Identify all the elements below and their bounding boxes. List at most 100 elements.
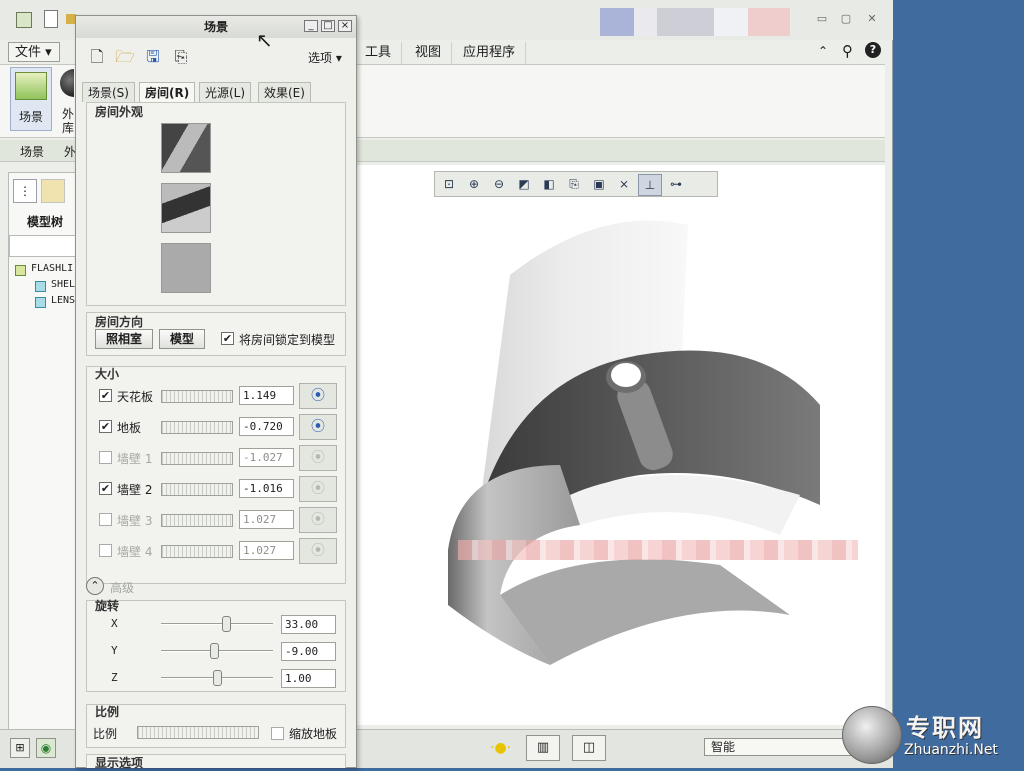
new-scene-icon[interactable]: 🗋: [86, 46, 108, 68]
rotation-x-thumb[interactable]: [222, 616, 231, 632]
scene-ribbon-button[interactable]: 场景: [10, 67, 52, 131]
file-menu[interactable]: 文件 ▾: [8, 42, 60, 62]
tab-room[interactable]: 房间(R): [139, 82, 196, 102]
tab-lights[interactable]: 光源(L): [199, 82, 252, 102]
zoom-out-icon[interactable]: ⊖: [488, 174, 510, 194]
lock-room-checkbox[interactable]: ✔: [221, 332, 234, 345]
display-style-icon[interactable]: ◧: [538, 174, 560, 194]
wall-1-drag-icon[interactable]: ⦿: [299, 445, 337, 471]
appearance-ball-icon: [60, 69, 74, 97]
rotation-y-thumb[interactable]: [210, 643, 219, 659]
find-icon[interactable]: ▥: [526, 735, 560, 761]
ceiling-label: 天花板: [117, 390, 154, 404]
search-icon[interactable]: ⚲: [842, 42, 853, 60]
csys-display-icon[interactable]: ⊥: [638, 174, 662, 196]
dialog-close-icon[interactable]: ×: [338, 20, 352, 32]
floor-appearance-thumb[interactable]: [161, 243, 211, 293]
dialog-minimize-icon[interactable]: _: [304, 20, 318, 32]
redacted-title: [600, 8, 790, 36]
copy-scene-icon[interactable]: ⎘: [170, 46, 192, 68]
wall-4-value[interactable]: 1.027: [239, 541, 294, 560]
repaint-icon[interactable]: ◩: [513, 174, 535, 194]
ceiling-appearance-thumb[interactable]: [161, 123, 211, 173]
wall-4-drag-icon[interactable]: ⦿: [299, 538, 337, 564]
tab-tools[interactable]: 工具: [355, 42, 403, 64]
rotation-z-value[interactable]: 1.00: [281, 669, 336, 688]
ceiling-checkbox[interactable]: ✔: [99, 389, 112, 402]
wall-2-slider[interactable]: [161, 483, 233, 496]
rotation-x-track[interactable]: [161, 623, 273, 625]
rotation-x-value[interactable]: 33.00: [281, 615, 336, 634]
appearance-library-label[interactable]: 外 库: [62, 107, 76, 135]
size-title: 大小: [95, 367, 120, 381]
saved-views-icon[interactable]: ⎘: [563, 174, 585, 194]
browser-toggle-icon[interactable]: ◉: [36, 738, 56, 758]
group-label-scene: 场景: [20, 145, 45, 159]
tree-item-flashlight[interactable]: FLASHLI: [31, 263, 73, 274]
tab-effects[interactable]: 效果(E): [258, 82, 311, 102]
tab-view[interactable]: 视图: [405, 42, 453, 64]
model-tree-label: 模型树: [27, 215, 64, 229]
floor-value[interactable]: -0.720: [239, 417, 294, 436]
filter-select-value: 智能: [711, 740, 736, 754]
size-row-wall-2: ✔ 墙壁 2 -1.016 ⦿: [87, 476, 345, 504]
floor-drag-icon[interactable]: ⦿: [299, 414, 337, 440]
tree-item-lens[interactable]: LENS: [51, 295, 75, 306]
size-row-floor: ✔ 地板 -0.720 ⦿: [87, 414, 345, 442]
ceiling-value[interactable]: 1.149: [239, 386, 294, 405]
options-menu[interactable]: 选项 ▾: [308, 49, 352, 67]
open-scene-icon[interactable]: 🗁: [114, 46, 136, 68]
box-select-icon[interactable]: ◫: [572, 735, 606, 761]
wall-1-checkbox[interactable]: [99, 451, 112, 464]
model-tree-filter-input[interactable]: [9, 235, 79, 257]
zoom-in-icon[interactable]: ⊕: [463, 174, 485, 194]
model-button[interactable]: 模型: [159, 329, 205, 349]
view-manager-icon[interactable]: ▣: [588, 174, 610, 194]
ceiling-drag-icon[interactable]: ⦿: [299, 383, 337, 409]
refit-icon[interactable]: ⊡: [438, 174, 460, 194]
wall-1-value[interactable]: -1.027: [239, 448, 294, 467]
help-icon[interactable]: ?: [865, 42, 881, 58]
spin-center-icon[interactable]: ⊶: [665, 174, 687, 194]
studio-button[interactable]: 照相室: [95, 329, 153, 349]
wall-3-drag-icon[interactable]: ⦿: [299, 507, 337, 533]
folder-tab-icon[interactable]: [41, 179, 65, 203]
display-options-group: 显示选项: [86, 754, 346, 770]
wall-appearance-thumb[interactable]: [161, 183, 211, 233]
ceiling-slider[interactable]: [161, 390, 233, 403]
advanced-collapse-icon[interactable]: ⌃: [86, 577, 104, 595]
collapse-ribbon-icon[interactable]: ⌃: [818, 44, 828, 58]
rotation-z-thumb[interactable]: [213, 670, 222, 686]
advanced-label: 高级: [110, 581, 135, 595]
floor-slider[interactable]: [161, 421, 233, 434]
datum-display-icon[interactable]: ⨯: [613, 174, 635, 194]
size-row-wall-3: 墙壁 3 1.027 ⦿: [87, 507, 345, 535]
minimize-icon[interactable]: ▭: [812, 12, 832, 26]
model-tree-tab-icon[interactable]: ⋮: [13, 179, 37, 203]
navigator-toggle-icon[interactable]: ⊞: [10, 738, 30, 758]
wall-2-checkbox[interactable]: ✔: [99, 482, 112, 495]
wall-2-value[interactable]: -1.016: [239, 479, 294, 498]
close-icon[interactable]: ✕: [862, 12, 882, 26]
wall-4-checkbox[interactable]: [99, 544, 112, 557]
scale-slider[interactable]: [137, 726, 259, 739]
save-scene-icon[interactable]: 🖫: [142, 46, 164, 68]
filter-select[interactable]: 智能: [704, 738, 854, 756]
maximize-icon[interactable]: ▢: [836, 12, 856, 26]
scale-floor-checkbox[interactable]: [271, 727, 284, 740]
wall-3-value[interactable]: 1.027: [239, 510, 294, 529]
wall-4-slider[interactable]: [161, 545, 233, 558]
wall-3-checkbox[interactable]: [99, 513, 112, 526]
new-file-icon[interactable]: [44, 10, 58, 28]
tab-scene[interactable]: 场景(S): [82, 82, 135, 102]
wall-3-slider[interactable]: [161, 514, 233, 527]
tab-applications[interactable]: 应用程序: [453, 42, 527, 64]
wall-1-label: 墙壁 1: [117, 452, 153, 466]
wall-2-drag-icon[interactable]: ⦿: [299, 476, 337, 502]
rotation-y-value[interactable]: -9.00: [281, 642, 336, 661]
rotation-group: 旋转 X 33.00 Y -9.00 Z 1.00: [86, 599, 346, 692]
floor-checkbox[interactable]: ✔: [99, 420, 112, 433]
wall-1-slider[interactable]: [161, 452, 233, 465]
tree-item-shell[interactable]: SHEL: [51, 279, 75, 290]
dialog-maximize-icon[interactable]: □: [321, 20, 335, 32]
